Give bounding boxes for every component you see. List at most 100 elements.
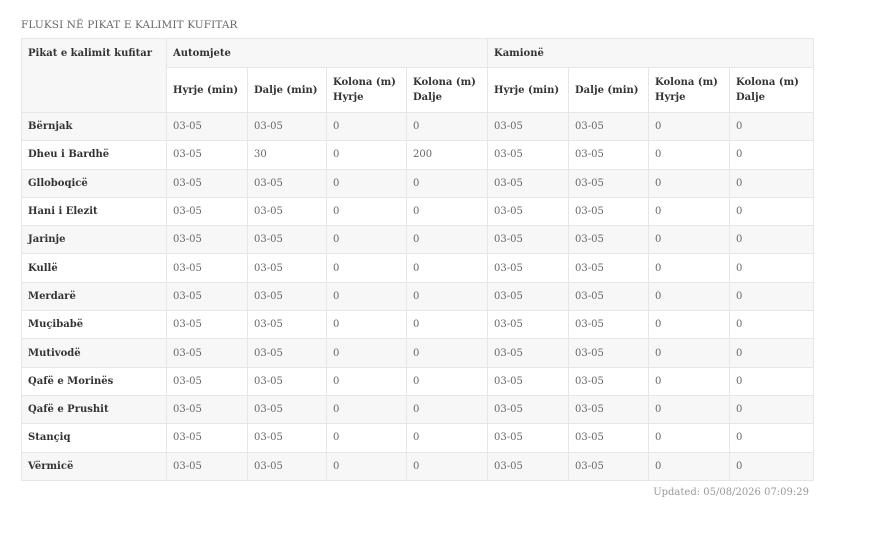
table-cell: 0 bbox=[326, 111, 407, 142]
table-cell: 0 bbox=[326, 140, 407, 170]
table-cell: 0 bbox=[406, 111, 488, 142]
table-cell: 03-05 bbox=[568, 140, 649, 170]
table-cell: 0 bbox=[648, 140, 730, 170]
border-flux-widget: FLUKSI NË PIKAT E KALIMIT KUFITAR Pikat … bbox=[21, 18, 815, 498]
header-column: Hyrje (min) bbox=[166, 67, 248, 113]
header-row-groups: Pikat e kalimit kufitar Automjete Kamion… bbox=[21, 38, 815, 113]
crossing-name: Qafë e Prushit bbox=[21, 394, 167, 425]
table-cell: 03-05 bbox=[166, 140, 248, 170]
table-cell: 03-05 bbox=[247, 451, 327, 481]
table-cell: 03-05 bbox=[166, 310, 248, 340]
table-cell: 0 bbox=[728, 451, 815, 481]
table-cell: 0 bbox=[648, 310, 730, 340]
table-cell: 03-05 bbox=[568, 281, 649, 312]
table-cell: 0 bbox=[648, 196, 730, 227]
table-cell: 03-05 bbox=[166, 394, 248, 425]
table-cell: 03-05 bbox=[166, 366, 248, 396]
table-cell: 03-05 bbox=[568, 253, 649, 283]
table-cell: 0 bbox=[728, 225, 815, 255]
table-cell: 03-05 bbox=[247, 310, 327, 340]
crossing-name: Muçibabë bbox=[21, 310, 167, 340]
table-cell: 0 bbox=[406, 168, 488, 198]
crossing-name: Vërmicë bbox=[21, 451, 167, 481]
table-cell: 03-05 bbox=[568, 111, 649, 142]
table-row: Muçibabë 03-05 03-05 0 0 03-05 03-05 0 0 bbox=[21, 310, 815, 340]
table-cell: 03-05 bbox=[247, 281, 327, 312]
table-cell: 0 bbox=[648, 423, 730, 453]
table-cell: 0 bbox=[648, 394, 730, 425]
header-crossing-points: Pikat e kalimit kufitar bbox=[21, 38, 167, 113]
table-cell: 03-05 bbox=[166, 253, 248, 283]
table-cell: 0 bbox=[728, 423, 815, 453]
table-cell: 03-05 bbox=[166, 225, 248, 255]
table-cell: 03-05 bbox=[487, 225, 569, 255]
table-row: Qafë e Prushit 03-05 03-05 0 0 03-05 03-05 0 0 bbox=[21, 394, 815, 425]
table-cell: 03-05 bbox=[568, 225, 649, 255]
table-cell: 0 bbox=[728, 310, 815, 340]
table-cell: 03-05 bbox=[247, 338, 327, 368]
table-cell: 03-05 bbox=[487, 111, 569, 142]
table-body: Bërnjak 03-05 03-05 0 0 03-05 03-05 0 0 Dheu i Ba… bbox=[21, 111, 815, 481]
table-cell: 03-05 bbox=[487, 451, 569, 481]
table-row: Stançiq 03-05 03-05 0 0 03-05 03-05 0 0 bbox=[21, 423, 815, 453]
crossing-name: Dheu i Bardhë bbox=[21, 140, 167, 170]
table-row: Hani i Elezit 03-05 03-05 0 0 03-05 03-05 0 0 bbox=[21, 196, 815, 227]
table-cell: 03-05 bbox=[487, 253, 569, 283]
header-column: Hyrje (min) bbox=[487, 67, 569, 113]
table-cell: 03-05 bbox=[247, 111, 327, 142]
table-row: Jarinje 03-05 03-05 0 0 03-05 03-05 0 0 bbox=[21, 225, 815, 255]
border-flux-table: Pikat e kalimit kufitar Automjete Kamion… bbox=[21, 38, 815, 481]
table-cell: 03-05 bbox=[568, 196, 649, 227]
table-cell: 03-05 bbox=[487, 168, 569, 198]
header-group-cars: Automjete bbox=[166, 38, 488, 68]
table-cell: 0 bbox=[728, 338, 815, 368]
table-cell: 0 bbox=[406, 338, 488, 368]
table-cell: 0 bbox=[406, 366, 488, 396]
table-cell: 03-05 bbox=[247, 196, 327, 227]
table-cell: 0 bbox=[648, 366, 730, 396]
table-cell: 0 bbox=[326, 196, 407, 227]
table-row: Qafë e Morinës 03-05 03-05 0 0 03-05 03-05 0 0 bbox=[21, 366, 815, 396]
table-cell: 0 bbox=[326, 366, 407, 396]
table-cell: 0 bbox=[326, 253, 407, 283]
crossing-name: Stançiq bbox=[21, 423, 167, 453]
table-cell: 03-05 bbox=[247, 253, 327, 283]
table-cell: 0 bbox=[648, 253, 730, 283]
crossing-name: Merdarë bbox=[21, 281, 167, 312]
table-cell: 0 bbox=[728, 394, 815, 425]
table-cell: 03-05 bbox=[247, 423, 327, 453]
crossing-name: Glloboqicë bbox=[21, 168, 167, 198]
header-column: Kolona (m) Dalje bbox=[728, 67, 815, 113]
header-column: Kolona (m) Dalje bbox=[406, 67, 488, 113]
table-cell: 0 bbox=[728, 196, 815, 227]
table-cell: 03-05 bbox=[568, 366, 649, 396]
table-cell: 0 bbox=[326, 168, 407, 198]
table-cell: 03-05 bbox=[247, 168, 327, 198]
crossing-name: Hani i Elezit bbox=[21, 196, 167, 227]
table-cell: 03-05 bbox=[247, 366, 327, 396]
table-cell: 0 bbox=[728, 366, 815, 396]
table-cell: 03-05 bbox=[487, 338, 569, 368]
page-title: FLUKSI NË PIKAT E KALIMIT KUFITAR bbox=[21, 19, 238, 31]
table-cell: 0 bbox=[728, 281, 815, 312]
table-cell: 0 bbox=[728, 140, 815, 170]
table-cell: 03-05 bbox=[247, 394, 327, 425]
table-cell: 03-05 bbox=[568, 423, 649, 453]
table-cell: 03-05 bbox=[487, 394, 569, 425]
table-cell: 0 bbox=[326, 338, 407, 368]
table-row: Mutivodë 03-05 03-05 0 0 03-05 03-05 0 0 bbox=[21, 338, 815, 368]
table-cell: 0 bbox=[326, 423, 407, 453]
header-column: Kolona (m) Hyrje bbox=[326, 67, 407, 113]
table-cell: 0 bbox=[406, 451, 488, 481]
table-cell: 0 bbox=[406, 310, 488, 340]
table-cell: 0 bbox=[406, 423, 488, 453]
table-cell: 0 bbox=[728, 168, 815, 198]
table-cell: 0 bbox=[648, 338, 730, 368]
table-cell: 03-05 bbox=[487, 140, 569, 170]
header-column: Dalje (min) bbox=[568, 67, 649, 113]
table-row: Kullë 03-05 03-05 0 0 03-05 03-05 0 0 bbox=[21, 253, 815, 283]
table-cell: 03-05 bbox=[568, 394, 649, 425]
crossing-name: Kullë bbox=[21, 253, 167, 283]
crossing-name: Bërnjak bbox=[21, 111, 167, 142]
table-cell: 03-05 bbox=[166, 196, 248, 227]
